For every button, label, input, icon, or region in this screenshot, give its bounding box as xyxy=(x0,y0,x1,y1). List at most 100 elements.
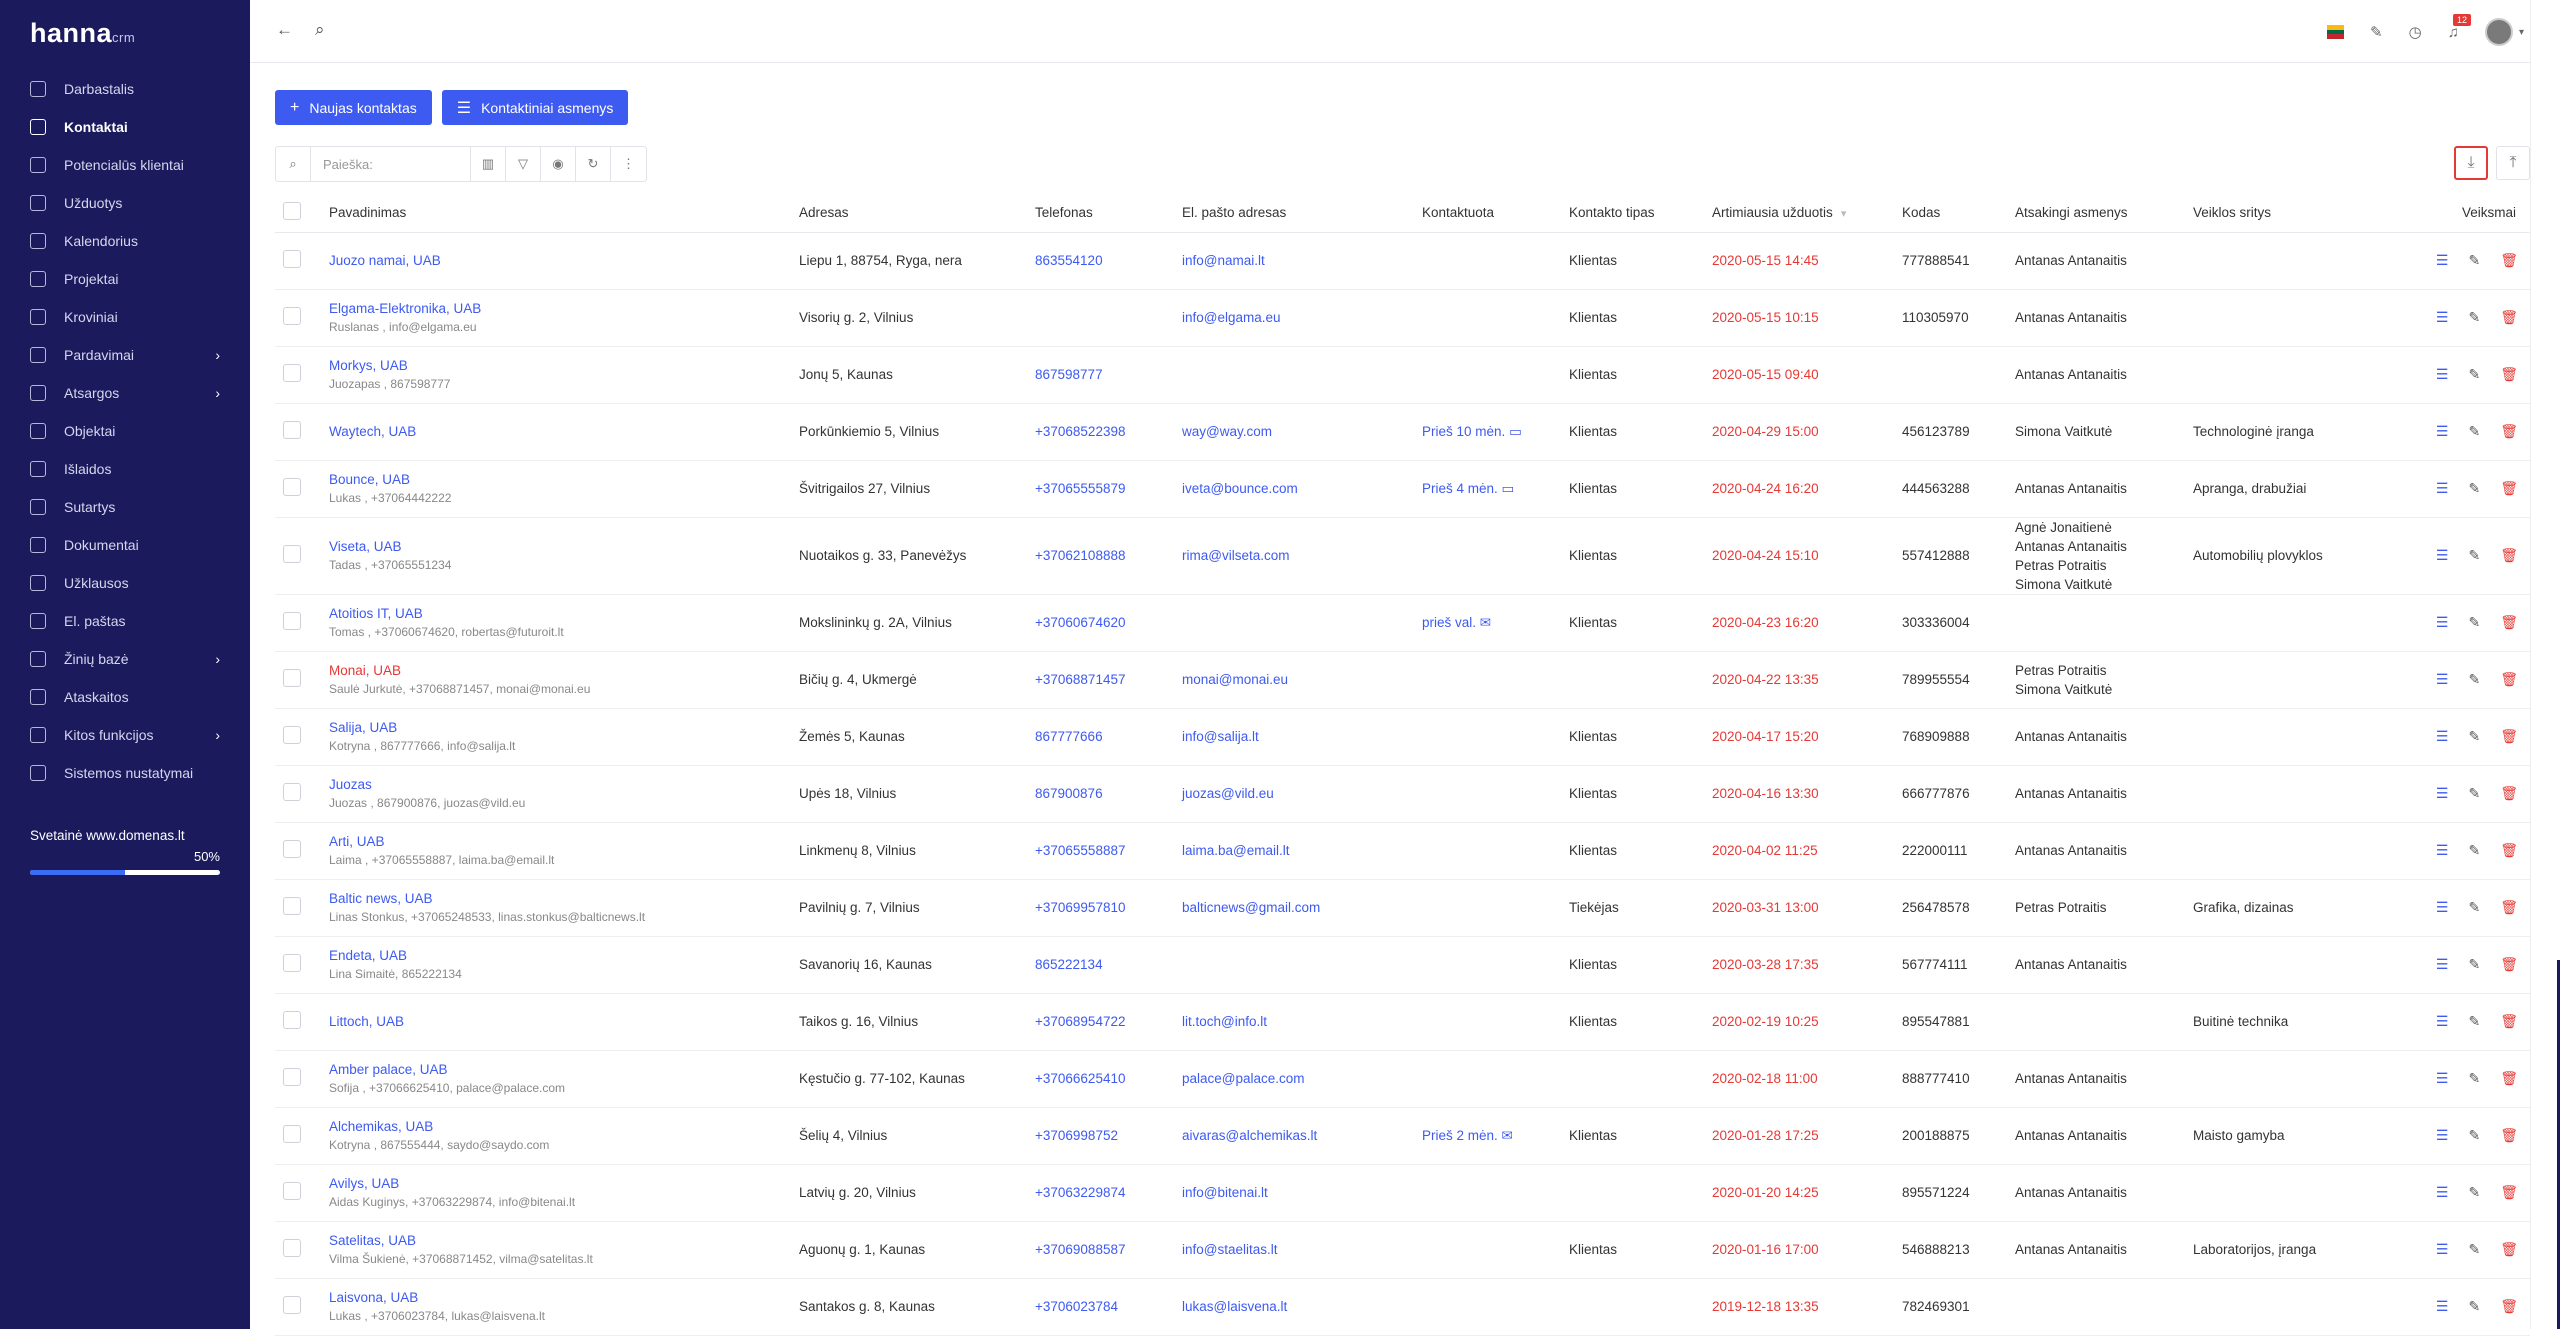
details-list-icon[interactable]: ☰ xyxy=(2436,366,2449,383)
edit-pencil-icon[interactable]: ✎ xyxy=(2468,1241,2480,1258)
email-link[interactable]: info@namai.lt xyxy=(1182,253,1265,268)
contact-name-link[interactable]: Elgama-Elektronika, UAB xyxy=(329,301,783,316)
contact-name-link[interactable]: Baltic news, UAB xyxy=(329,891,783,906)
delete-trash-icon[interactable]: 🗑 xyxy=(2500,1241,2518,1258)
phone-link[interactable]: +3706023784 xyxy=(1035,1299,1118,1314)
details-list-icon[interactable]: ☰ xyxy=(2436,671,2449,688)
table-row[interactable]: Atoitios IT, UAB Tomas , +37060674620, ro… xyxy=(275,594,2530,652)
details-list-icon[interactable]: ☰ xyxy=(2436,728,2449,745)
table-row[interactable]: Baltic news, UAB Linas Stonkus, +37065248… xyxy=(275,879,2530,937)
contact-name-link[interactable]: Bounce, UAB xyxy=(329,472,783,487)
col-address[interactable]: Adresas xyxy=(791,194,1027,233)
edit-pencil-icon[interactable]: ✎ xyxy=(2468,480,2480,497)
avatar[interactable] xyxy=(2484,18,2513,46)
next-task-date[interactable]: 2020-04-02 11:25 xyxy=(1712,843,1818,858)
edit-pencil-icon[interactable]: ✎ xyxy=(2468,366,2480,383)
col-next-task[interactable]: Artimiausia užduotis ▾ xyxy=(1704,194,1894,233)
delete-trash-icon[interactable]: 🗑 xyxy=(2500,309,2518,326)
contact-name-link[interactable]: Alchemikas, UAB xyxy=(329,1119,783,1134)
row-checkbox[interactable] xyxy=(283,669,301,687)
contacted-value[interactable]: prieš val. xyxy=(1422,615,1476,630)
contact-name-link[interactable]: Viseta, UAB xyxy=(329,539,783,554)
col-email[interactable]: El. pašto adresas xyxy=(1174,194,1414,233)
table-row[interactable]: Littoch, UAB Taikos g. 16, Vilnius +370689… xyxy=(275,993,2530,1051)
row-checkbox[interactable] xyxy=(283,1011,301,1029)
contact-name-link[interactable]: Monai, UAB xyxy=(329,663,783,678)
brand-logo[interactable]: hannacrm xyxy=(0,0,250,62)
sidebar-item-4[interactable]: Kalendorius xyxy=(0,222,250,260)
sidebar-item-11[interactable]: Sutartys xyxy=(0,488,250,526)
contact-name-link[interactable]: Arti, UAB xyxy=(329,834,783,849)
email-link[interactable]: info@bitenai.lt xyxy=(1182,1185,1268,1200)
contact-name-link[interactable]: Juozo namai, UAB xyxy=(329,253,783,268)
row-checkbox[interactable] xyxy=(283,1068,301,1086)
phone-link[interactable]: +37065558887 xyxy=(1035,843,1125,858)
row-checkbox[interactable] xyxy=(283,1296,301,1314)
next-task-date[interactable]: 2020-02-18 11:00 xyxy=(1712,1071,1818,1086)
new-contact-button[interactable]: + Naujas kontaktas xyxy=(275,90,432,125)
delete-trash-icon[interactable]: 🗑 xyxy=(2500,1013,2518,1030)
email-link[interactable]: rima@vilseta.com xyxy=(1182,548,1289,563)
col-responsible[interactable]: Atsakingi asmenys xyxy=(2007,194,2185,233)
delete-trash-icon[interactable]: 🗑 xyxy=(2500,899,2518,916)
filter-icon[interactable]: ▽ xyxy=(506,147,541,181)
row-checkbox[interactable] xyxy=(283,954,301,972)
delete-trash-icon[interactable]: 🗑 xyxy=(2500,1127,2518,1144)
refresh-icon[interactable]: ↻ xyxy=(576,147,611,181)
sidebar-item-15[interactable]: Žinių bazė › xyxy=(0,640,250,678)
sidebar-item-5[interactable]: Projektai xyxy=(0,260,250,298)
table-row[interactable]: Salija, UAB Kotryna , 867777666, info@sal… xyxy=(275,708,2530,766)
delete-trash-icon[interactable]: 🗑 xyxy=(2500,785,2518,802)
sidebar-item-2[interactable]: Potencialūs klientai xyxy=(0,146,250,184)
edit-pencil-icon[interactable]: ✎ xyxy=(2468,956,2480,973)
edit-pencil-icon[interactable]: ✎ xyxy=(2468,547,2480,564)
table-row[interactable]: Alchemikas, UAB Kotryna , 867555444, sayd… xyxy=(275,1107,2530,1165)
row-checkbox[interactable] xyxy=(283,1239,301,1257)
row-checkbox[interactable] xyxy=(283,897,301,915)
email-link[interactable]: iveta@bounce.com xyxy=(1182,481,1298,496)
row-checkbox[interactable] xyxy=(283,612,301,630)
col-contacted[interactable]: Kontaktuota xyxy=(1414,194,1561,233)
sidebar-item-7[interactable]: Pardavimai › xyxy=(0,336,250,374)
edit-pencil-icon[interactable]: ✎ xyxy=(2468,671,2480,688)
phone-link[interactable]: 863554120 xyxy=(1035,253,1103,268)
table-row[interactable]: Amber palace, UAB Sofija , +37066625410, … xyxy=(275,1050,2530,1108)
row-checkbox[interactable] xyxy=(283,421,301,439)
details-list-icon[interactable]: ☰ xyxy=(2436,423,2449,440)
row-checkbox[interactable] xyxy=(283,250,301,268)
details-list-icon[interactable]: ☰ xyxy=(2436,614,2449,631)
sidebar-item-0[interactable]: Darbastalis xyxy=(0,70,250,108)
next-task-date[interactable]: 2020-01-28 17:25 xyxy=(1712,1128,1819,1143)
details-list-icon[interactable]: ☰ xyxy=(2436,480,2449,497)
next-task-date[interactable]: 2020-03-31 13:00 xyxy=(1712,900,1819,915)
chart-icon[interactable]: ▥ xyxy=(471,147,506,181)
contacted-value[interactable]: Prieš 2 mėn. xyxy=(1422,1128,1498,1143)
col-type[interactable]: Kontakto tipas xyxy=(1561,194,1704,233)
next-task-date[interactable]: 2020-01-20 14:25 xyxy=(1712,1185,1819,1200)
delete-trash-icon[interactable]: 🗑 xyxy=(2500,480,2518,497)
col-activity[interactable]: Veiklos sritys xyxy=(2185,194,2365,233)
contact-name-link[interactable]: Atoitios IT, UAB xyxy=(329,606,783,621)
delete-trash-icon[interactable]: 🗑 xyxy=(2500,842,2518,859)
more-icon[interactable]: ⋮ xyxy=(611,147,646,181)
table-row[interactable]: Avilys, UAB Aidas Kuginys, +37063229874, … xyxy=(275,1164,2530,1222)
row-checkbox[interactable] xyxy=(283,1125,301,1143)
email-link[interactable]: monai@monai.eu xyxy=(1182,672,1288,687)
phone-link[interactable]: +37062108888 xyxy=(1035,548,1125,563)
sidebar-item-10[interactable]: Išlaidos xyxy=(0,450,250,488)
phone-link[interactable]: +37060674620 xyxy=(1035,615,1125,630)
details-list-icon[interactable]: ☰ xyxy=(2436,1070,2449,1087)
phone-link[interactable]: +3706998752 xyxy=(1035,1128,1118,1143)
delete-trash-icon[interactable]: 🗑 xyxy=(2500,1070,2518,1087)
row-checkbox[interactable] xyxy=(283,545,301,563)
phone-link[interactable]: 867777666 xyxy=(1035,729,1103,744)
row-checkbox[interactable] xyxy=(283,783,301,801)
delete-trash-icon[interactable]: 🗑 xyxy=(2500,614,2518,631)
email-link[interactable]: info@salija.lt xyxy=(1182,729,1259,744)
email-link[interactable]: aivaras@alchemikas.lt xyxy=(1182,1128,1317,1143)
phone-link[interactable]: 867598777 xyxy=(1035,367,1103,382)
phone-link[interactable]: +37068954722 xyxy=(1035,1014,1125,1029)
edit-pencil-icon[interactable]: ✎ xyxy=(2468,1013,2480,1030)
edit-pencil-icon[interactable]: ✎ xyxy=(2468,842,2480,859)
next-task-date[interactable]: 2019-12-18 13:35 xyxy=(1712,1299,1819,1314)
